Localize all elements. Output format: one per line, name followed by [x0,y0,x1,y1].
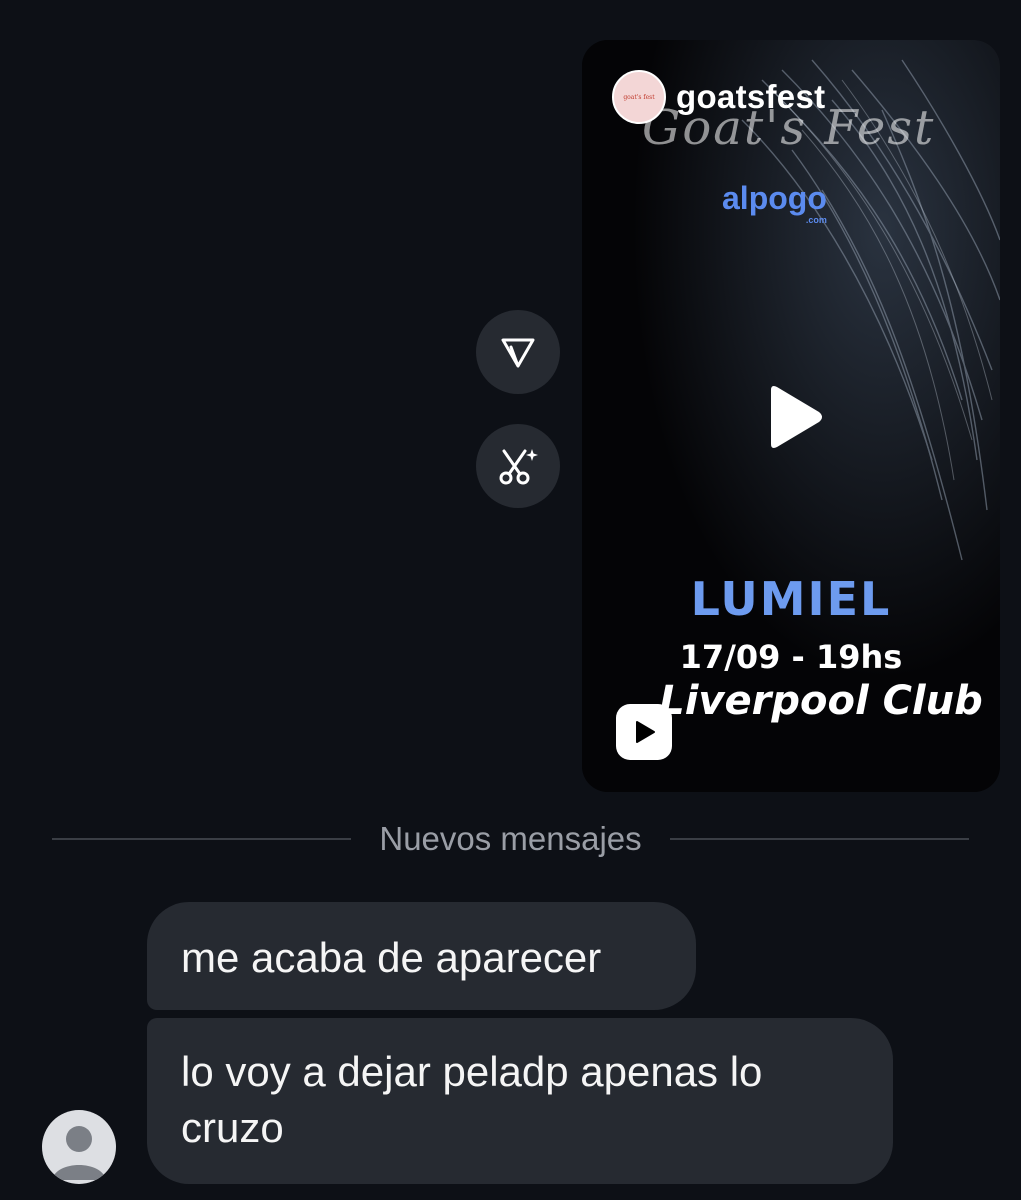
divider-line-right [669,838,970,840]
new-messages-divider: Nuevos mensajes [52,814,970,864]
sender-avatar[interactable] [42,1110,116,1184]
reels-badge-icon [616,704,672,760]
divider-line-left [52,838,352,840]
message-text: lo voy a dejar peladp apenas lo cruzo [181,1048,763,1151]
shared-reel-card[interactable]: Goat's Fest goat's fest goatsfest alpogo… [582,40,1000,792]
divider-label: Nuevos mensajes [379,820,642,857]
sponsor-suffix: .com [805,215,827,225]
message-text: me acaba de aparecer [181,934,602,981]
remix-button[interactable] [476,424,560,508]
share-button[interactable] [476,310,560,394]
sponsor-logo: alpogo .com [722,180,827,225]
reel-username[interactable]: goatsfest [676,78,825,116]
scissors-sparkle-icon [499,449,538,485]
message-bubble[interactable]: lo voy a dejar peladp apenas lo cruzo [147,1018,893,1184]
reel-account-avatar[interactable]: goat's fest [612,70,666,124]
sponsor-name: alpogo [722,180,827,216]
poster-artist: LUMIEL [690,572,892,626]
message-bubble[interactable]: me acaba de aparecer [147,902,696,1010]
default-user-icon [52,1126,106,1180]
poster-date-time: 17/09 - 19hs [679,638,903,676]
reel-header[interactable]: goat's fest goatsfest [612,70,825,124]
reel-avatar-text: goat's fest [623,93,655,101]
send-icon [501,338,535,368]
play-icon[interactable] [757,382,827,452]
